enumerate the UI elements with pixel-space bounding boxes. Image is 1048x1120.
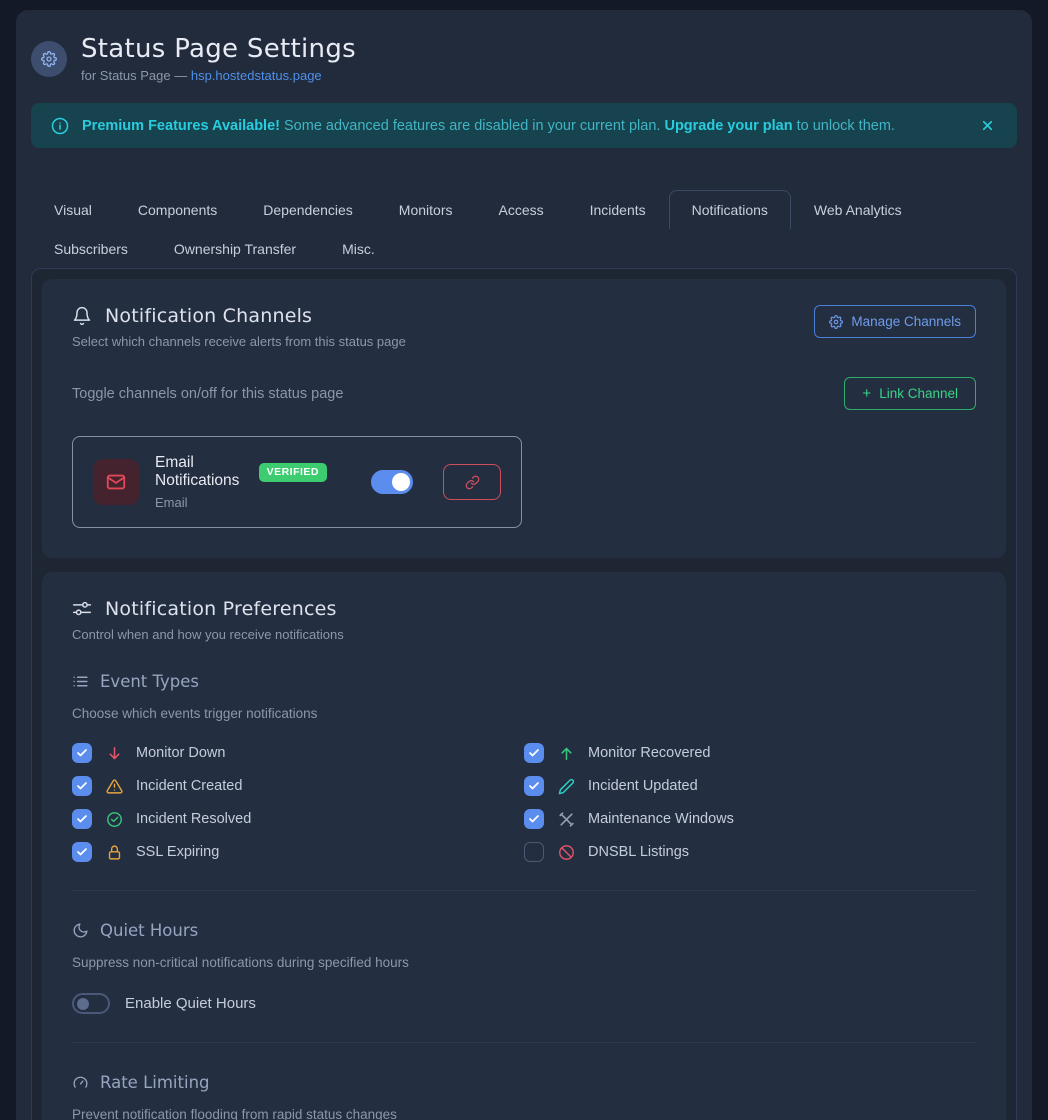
tools-icon — [557, 811, 575, 828]
check-icon — [76, 846, 88, 858]
event-incident-created: Incident Created — [72, 776, 524, 796]
checkbox[interactable] — [72, 776, 92, 796]
tab-access[interactable]: Access — [475, 190, 566, 229]
gear-avatar — [31, 41, 67, 77]
checkbox[interactable] — [72, 809, 92, 829]
channel-type: Email — [155, 495, 327, 510]
check-icon — [528, 747, 540, 759]
moon-icon — [72, 922, 89, 939]
checkbox[interactable] — [72, 743, 92, 763]
tab-components[interactable]: Components — [115, 190, 240, 229]
event-monitor-recovered: Monitor Recovered — [524, 743, 976, 763]
banner-headline: Premium Features Available! — [82, 118, 280, 134]
email-channel-toggle[interactable] — [371, 470, 413, 494]
checkbox[interactable] — [524, 842, 544, 862]
tab-monitors[interactable]: Monitors — [376, 190, 476, 229]
event-dnsbl-listings: DNSBL Listings — [524, 842, 976, 862]
close-icon[interactable] — [978, 116, 997, 135]
upgrade-plan-link[interactable]: Upgrade your plan — [664, 118, 792, 134]
event-incident-resolved: Incident Resolved — [72, 809, 524, 829]
banner-text: Premium Features Available! Some advance… — [82, 118, 895, 134]
arrow-down-icon — [105, 745, 123, 762]
divider — [72, 1042, 976, 1043]
check-icon — [528, 813, 540, 825]
page-subtitle: for Status Page — hsp.hostedstatus.page — [81, 68, 356, 83]
tab-web-analytics[interactable]: Web Analytics — [791, 190, 925, 229]
link-channel-button[interactable]: + Link Channel — [844, 377, 976, 410]
rate-limiting-desc: Prevent notification flooding from rapid… — [72, 1107, 976, 1120]
checkbox[interactable] — [524, 809, 544, 829]
notifications-tab-panel: Notification Channels Select which chann… — [31, 268, 1017, 1120]
check-icon — [76, 813, 88, 825]
checkbox[interactable] — [524, 776, 544, 796]
channel-name: Email Notifications — [155, 454, 249, 490]
event-ssl-expiring: SSL Expiring — [72, 842, 524, 862]
gear-icon — [41, 51, 57, 67]
preferences-title: Notification Preferences — [105, 598, 337, 620]
bell-icon — [72, 306, 92, 326]
gear-icon — [829, 315, 843, 329]
tab-dependencies[interactable]: Dependencies — [240, 190, 376, 229]
ban-icon — [557, 844, 575, 861]
status-page-link[interactable]: hsp.hostedstatus.page — [191, 68, 322, 83]
divider — [72, 890, 976, 891]
warning-triangle-icon — [105, 778, 123, 795]
quiet-hours-header: Quiet Hours — [72, 921, 976, 940]
page-header: Status Page Settings for Status Page — h… — [16, 10, 1032, 99]
quiet-hours-toggle-label: Enable Quiet Hours — [125, 995, 256, 1012]
notification-preferences-section: Notification Preferences Control when an… — [42, 572, 1006, 1120]
check-icon — [76, 747, 88, 759]
channels-toggle-hint: Toggle channels on/off for this status p… — [72, 386, 343, 402]
verified-badge: VERIFIED — [259, 463, 327, 482]
settings-window: Status Page Settings for Status Page — h… — [16, 10, 1032, 1120]
channels-title: Notification Channels — [105, 305, 312, 327]
event-monitor-down: Monitor Down — [72, 743, 524, 763]
email-channel-tile — [93, 459, 139, 505]
check-icon — [76, 780, 88, 792]
tab-ownership-transfer[interactable]: Ownership Transfer — [151, 229, 319, 268]
tab-incidents[interactable]: Incidents — [567, 190, 669, 229]
event-types-desc: Choose which events trigger notification… — [72, 706, 976, 721]
channel-link-button[interactable] — [443, 464, 501, 500]
tab-notifications[interactable]: Notifications — [669, 190, 791, 229]
checkbox[interactable] — [72, 842, 92, 862]
preferences-subtitle: Control when and how you receive notific… — [72, 627, 976, 642]
subtitle-text: for Status Page — — [81, 68, 191, 83]
check-circle-icon — [105, 811, 123, 828]
rate-limiting-header: Rate Limiting — [72, 1073, 976, 1092]
lock-icon — [105, 844, 123, 861]
page-title: Status Page Settings — [81, 34, 356, 64]
gauge-icon — [72, 1074, 89, 1091]
tab-subscribers[interactable]: Subscribers — [31, 229, 151, 268]
event-maintenance-windows: Maintenance Windows — [524, 809, 976, 829]
info-icon — [51, 117, 69, 135]
plus-icon: + — [862, 386, 871, 401]
pencil-icon — [557, 778, 575, 795]
quiet-hours-desc: Suppress non-critical notifications duri… — [72, 955, 976, 970]
event-incident-updated: Incident Updated — [524, 776, 976, 796]
premium-banner: Premium Features Available! Some advance… — [31, 103, 1017, 148]
arrow-up-icon — [557, 745, 575, 762]
checkbox[interactable] — [524, 743, 544, 763]
check-icon — [528, 780, 540, 792]
sliders-icon — [72, 599, 92, 619]
notification-channels-section: Notification Channels Select which chann… — [42, 279, 1006, 558]
link-icon — [465, 475, 480, 490]
event-types-grid: Monitor Down Monitor Recovered Incident … — [72, 743, 976, 862]
channels-subtitle: Select which channels receive alerts fro… — [72, 334, 406, 349]
manage-channels-button[interactable]: Manage Channels — [814, 305, 976, 338]
tab-misc[interactable]: Misc. — [319, 229, 398, 268]
tab-visual[interactable]: Visual — [31, 190, 115, 229]
email-channel-card: Email Notifications VERIFIED Email — [72, 436, 522, 528]
list-icon — [72, 673, 89, 690]
quiet-hours-toggle[interactable] — [72, 993, 110, 1014]
settings-tabs: Visual Components Dependencies Monitors … — [16, 172, 1032, 268]
event-types-header: Event Types — [72, 672, 976, 691]
mail-icon — [105, 471, 127, 493]
